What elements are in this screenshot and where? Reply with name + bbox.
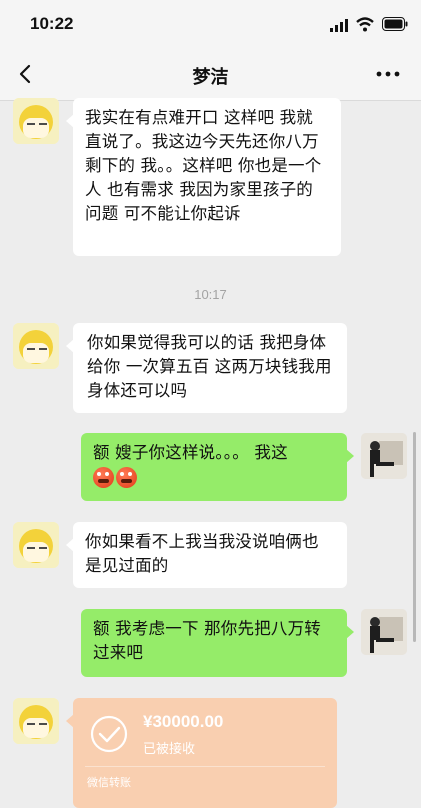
chat-title: 梦洁 xyxy=(192,67,229,88)
chat-header: 梦洁 xyxy=(0,48,421,101)
user-avatar[interactable] xyxy=(361,609,407,655)
battery-icon xyxy=(382,17,408,31)
check-circle-icon xyxy=(90,715,128,753)
transfer-amount: ¥30000.00 xyxy=(143,712,224,731)
message-timestamp: 10:17 xyxy=(194,287,227,302)
message-bubble-received[interactable]: 你如果看不上我当我没说咱俩也是见过面的 xyxy=(66,522,347,588)
cartoon-girl-icon xyxy=(13,98,59,144)
message-text: 你如果看不上我当我没说咱俩也是见过面的 xyxy=(85,532,319,575)
message-bubble-sent[interactable]: 额 我考虑一下 那你先把八万转过来吧 xyxy=(81,609,354,677)
message-bubble-received[interactable]: 我实在有点难开口 这样吧 我就直说了。我这边今天先还你八万 剩下的 我。。这样吧… xyxy=(66,98,341,256)
signal-icon xyxy=(330,19,348,32)
message-text: 你如果觉得我可以的话 我把身体给你 一次算五百 这两万块钱我用身体还可以吗 xyxy=(87,333,332,400)
transfer-status: 已被接收 xyxy=(143,742,196,757)
cartoon-girl-icon xyxy=(13,698,59,744)
cartoon-girl-icon xyxy=(13,522,59,568)
contact-avatar[interactable] xyxy=(13,323,59,369)
person-photo-icon xyxy=(361,609,407,655)
person-photo-icon xyxy=(361,433,407,479)
transfer-label: 微信转账 xyxy=(87,776,131,789)
cartoon-girl-icon xyxy=(13,323,59,369)
transfer-card[interactable]: ¥30000.00 已被接收 微信转账 xyxy=(66,698,337,808)
message-text: 额 我考虑一下 那你先把八万转过来吧 xyxy=(93,619,321,662)
message-bubble-sent[interactable]: 额 嫂子你这样说。。。 我这 xyxy=(81,433,354,501)
message-text: 我实在有点难开口 这样吧 我就直说了。我这边今天先还你八万 剩下的 我。。这样吧… xyxy=(85,108,322,223)
message-bubble-received[interactable]: 你如果觉得我可以的话 我把身体给你 一次算五百 这两万块钱我用身体还可以吗 xyxy=(66,323,347,413)
emoji-icon xyxy=(116,467,137,488)
contact-avatar[interactable] xyxy=(13,98,59,144)
divider xyxy=(85,766,325,767)
status-time: 10:22 xyxy=(30,14,74,33)
emoji-icon xyxy=(93,467,114,488)
contact-avatar[interactable] xyxy=(13,522,59,568)
message-text: 额 嫂子你这样说。。。 我这 xyxy=(93,443,288,462)
status-bar: 10:22 xyxy=(0,0,421,48)
wifi-icon xyxy=(356,17,374,32)
scrollbar[interactable] xyxy=(413,432,416,642)
more-icon[interactable] xyxy=(370,60,406,88)
user-avatar[interactable] xyxy=(361,433,407,479)
contact-avatar[interactable] xyxy=(13,698,59,744)
